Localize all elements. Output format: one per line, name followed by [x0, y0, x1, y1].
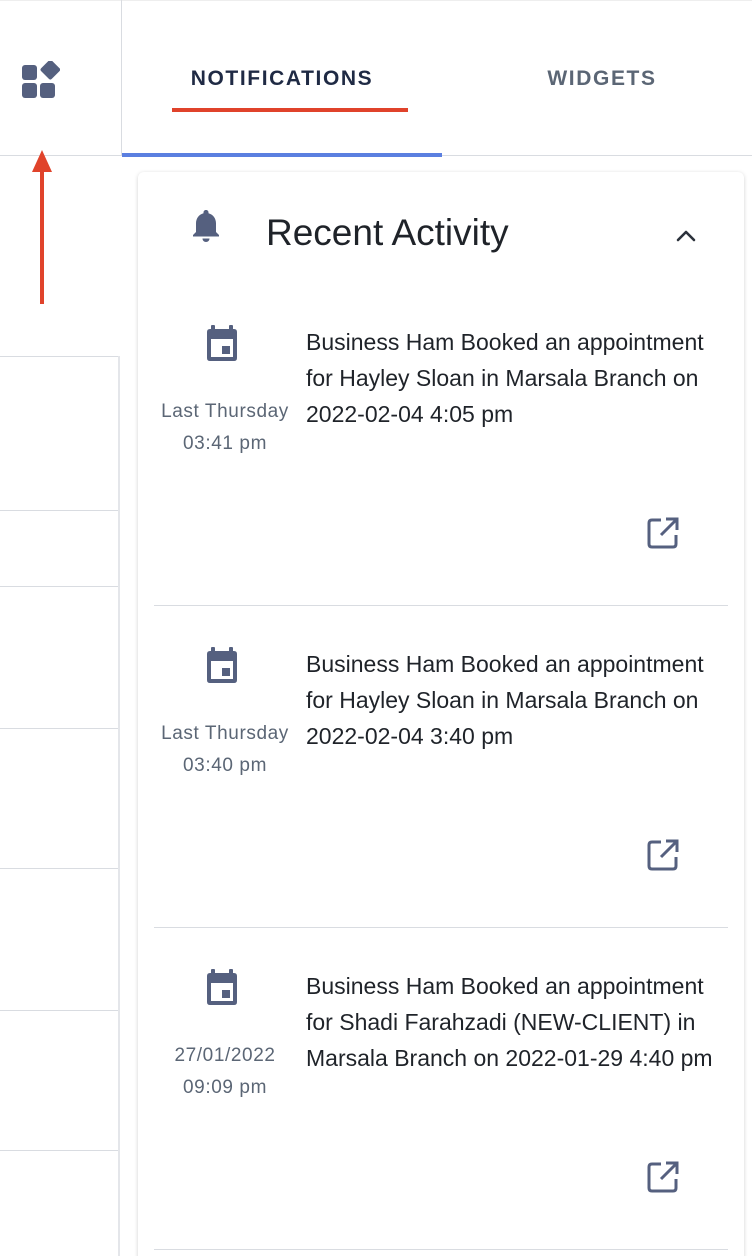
- calendar-icon: [204, 324, 240, 362]
- activity-date: 27/01/2022: [174, 1045, 276, 1066]
- panel-tabs: NOTIFICATIONS WIDGETS: [122, 0, 752, 157]
- activity-item: Last Thursday 03:40 pm Business Ham Book…: [154, 606, 728, 928]
- list-row-divider: [0, 586, 118, 587]
- bell-icon: [190, 208, 222, 244]
- tab-widgets-label: WIDGETS: [547, 67, 657, 90]
- activity-description: Business Ham Booked an appointment for S…: [306, 973, 713, 1071]
- activity-time: 03:40 pm: [182, 755, 268, 776]
- activity-timestamp: Last Thursday 03:40 pm: [154, 718, 296, 782]
- open-in-new-icon[interactable]: [646, 1160, 680, 1194]
- open-in-new-icon[interactable]: [646, 838, 680, 872]
- calendar-icon: [204, 968, 240, 1006]
- activity-item: 27/01/2022 09:09 pm Business Ham Booked …: [154, 928, 728, 1250]
- activity-timestamp: Last Thursday 03:41 pm: [154, 396, 296, 460]
- open-in-new-icon[interactable]: [646, 516, 680, 550]
- annotation-arrow: [32, 150, 52, 304]
- activity-timestamp: 27/01/2022 09:09 pm: [154, 1040, 296, 1104]
- active-tab-indicator: [122, 153, 442, 157]
- activity-time: 09:09 pm: [182, 1077, 268, 1098]
- list-row-divider: [0, 510, 118, 511]
- left-toolbar: [0, 0, 122, 156]
- activity-description: Business Ham Booked an appointment for H…: [306, 651, 704, 749]
- tab-notifications-label: NOTIFICATIONS: [190, 67, 374, 90]
- card-header: Recent Activity: [138, 172, 744, 292]
- left-panel: [0, 0, 122, 1256]
- activity-date: Last Thursday: [161, 723, 289, 744]
- tab-widgets[interactable]: WIDGETS: [442, 1, 752, 157]
- activity-item: Last Thursday 03:41 pm Business Ham Book…: [154, 284, 728, 606]
- active-tab-highlight: [172, 108, 408, 112]
- chevron-up-icon[interactable]: [672, 224, 700, 248]
- calendar-icon: [204, 646, 240, 684]
- recent-activity-card: Recent Activity Last Thursday 03:41 pm B…: [138, 172, 744, 1256]
- card-title: Recent Activity: [266, 212, 509, 253]
- activity-date: Last Thursday: [161, 401, 289, 422]
- list-row-divider: [0, 356, 118, 357]
- list-row-divider: [0, 728, 118, 729]
- widgets-icon[interactable]: [20, 59, 61, 101]
- column-divider: [118, 356, 120, 1256]
- list-row-divider: [0, 1010, 118, 1011]
- list-row-divider: [0, 1150, 118, 1151]
- activity-time: 03:41 pm: [182, 433, 268, 454]
- tab-notifications[interactable]: NOTIFICATIONS: [122, 1, 442, 157]
- list-row-divider: [0, 868, 118, 869]
- activity-description: Business Ham Booked an appointment for H…: [306, 329, 704, 427]
